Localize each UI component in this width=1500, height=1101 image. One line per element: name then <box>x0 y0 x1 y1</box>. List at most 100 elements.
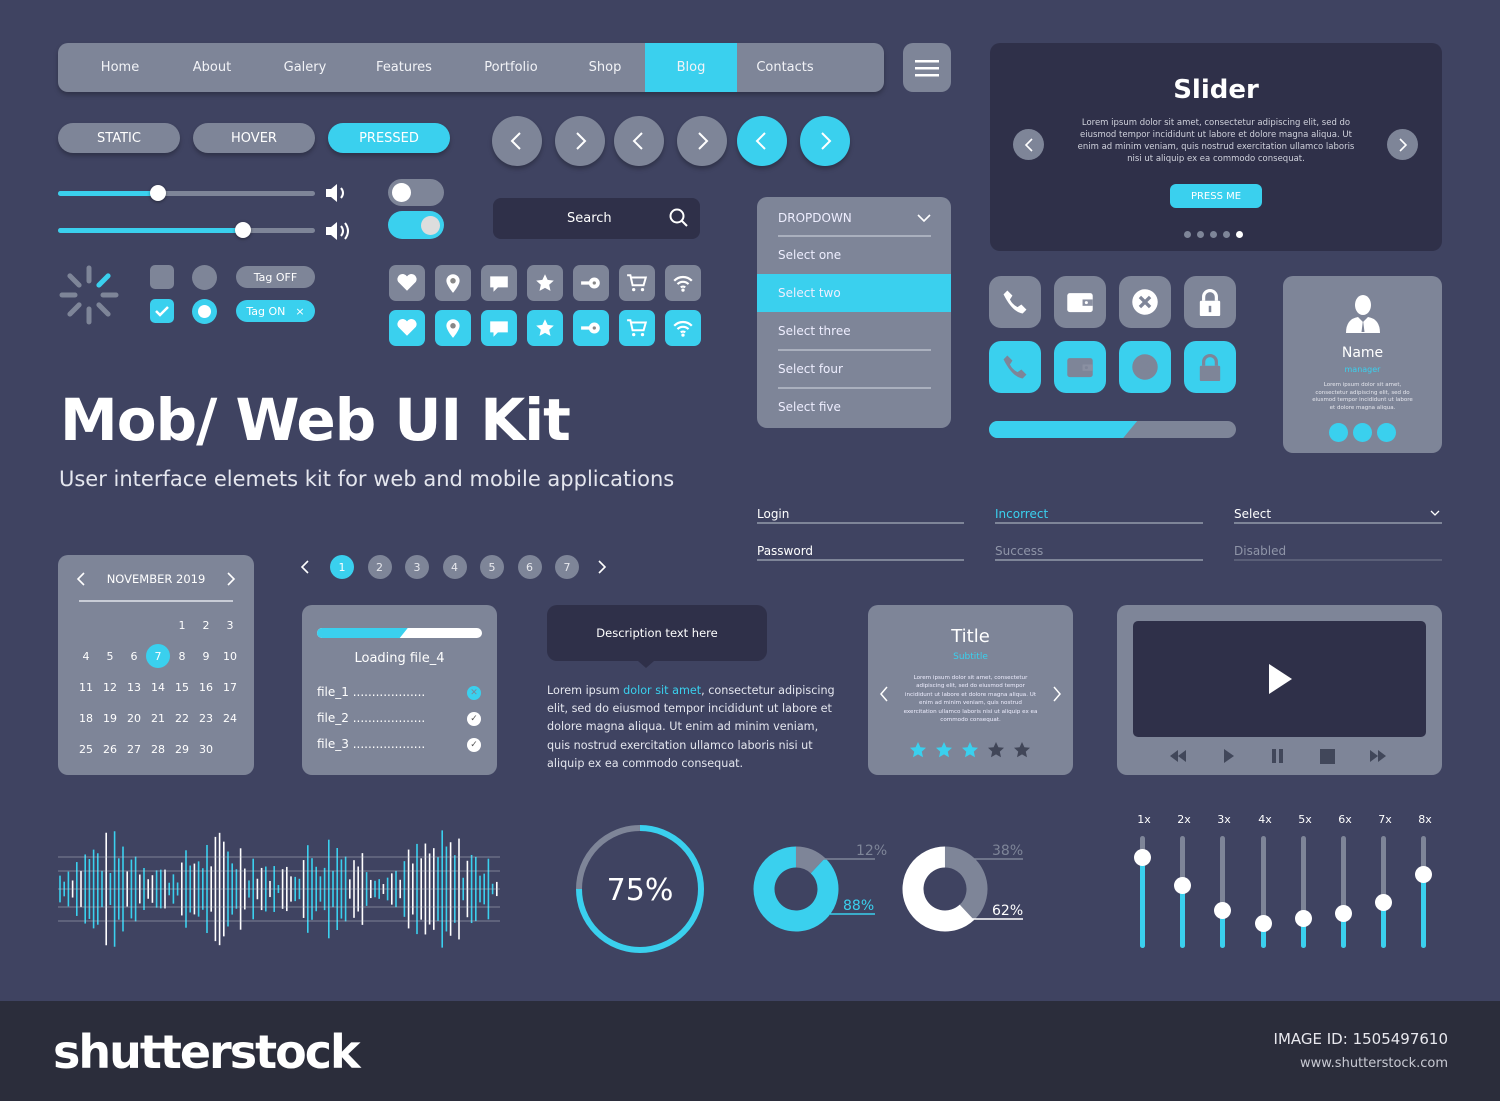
radio-checked[interactable] <box>192 299 217 324</box>
calendar-day[interactable]: 15 <box>170 675 194 699</box>
dropdown-option[interactable]: Select three <box>757 312 951 350</box>
calendar-day[interactable]: 12 <box>98 675 122 699</box>
calendar-day[interactable]: 1 <box>170 613 194 637</box>
slider-dot[interactable] <box>1210 231 1217 238</box>
social-button[interactable] <box>1329 423 1348 442</box>
star-button[interactable] <box>527 265 563 301</box>
menu-button[interactable] <box>903 43 951 92</box>
calendar-day[interactable]: 20 <box>122 706 146 730</box>
arrow-button[interactable] <box>800 116 850 166</box>
key-button[interactable] <box>573 265 609 301</box>
eq-knob[interactable] <box>1295 909 1312 927</box>
fast-forward-icon[interactable] <box>1369 748 1387 764</box>
eq-slider[interactable] <box>1174 836 1191 948</box>
press-me-button[interactable]: PRESS ME <box>1170 184 1262 208</box>
static-button[interactable]: STATIC <box>58 123 180 153</box>
lock-button[interactable] <box>1184 341 1236 393</box>
calendar-day[interactable]: 24 <box>218 706 242 730</box>
calendar-day[interactable]: 6 <box>122 644 146 668</box>
heart-button[interactable] <box>389 310 425 346</box>
search-input[interactable]: Search <box>493 198 700 239</box>
arrow-button[interactable] <box>677 116 727 166</box>
calendar-day[interactable]: 16 <box>194 675 218 699</box>
cart-button[interactable] <box>619 310 655 346</box>
page-button[interactable]: 1 <box>330 555 354 579</box>
calendar-day[interactable]: 19 <box>98 706 122 730</box>
map-pin-button[interactable] <box>435 310 471 346</box>
eq-slider[interactable] <box>1335 836 1352 948</box>
social-button[interactable] <box>1353 423 1372 442</box>
calendar-day[interactable]: 2 <box>194 613 218 637</box>
slider-dot[interactable] <box>1236 231 1243 238</box>
close-circle-button[interactable] <box>1119 341 1171 393</box>
slider-dot[interactable] <box>1184 231 1191 238</box>
eq-slider[interactable] <box>1255 836 1272 948</box>
eq-knob[interactable] <box>1375 894 1392 912</box>
calendar-day-selected[interactable]: 7 <box>146 644 170 668</box>
toggle-on[interactable] <box>388 211 444 239</box>
arrow-button[interactable] <box>492 116 542 166</box>
login-field[interactable]: Login <box>757 507 789 521</box>
stop-icon[interactable] <box>1319 748 1337 764</box>
calendar-day[interactable]: 3 <box>218 613 242 637</box>
page-button[interactable]: 2 <box>367 555 392 579</box>
star-filled-icon[interactable] <box>908 740 928 760</box>
wifi-button[interactable] <box>665 310 701 346</box>
lock-button[interactable] <box>1184 276 1236 328</box>
calendar-day[interactable]: 10 <box>218 644 242 668</box>
star-button[interactable] <box>527 310 563 346</box>
eq-slider[interactable] <box>1375 836 1392 948</box>
calendar-day[interactable]: 29 <box>170 737 194 761</box>
tag-off[interactable]: Tag OFF <box>236 266 315 288</box>
nav-contacts[interactable]: Contacts <box>743 43 827 92</box>
key-button[interactable] <box>573 310 609 346</box>
calendar-day[interactable]: 8 <box>170 644 194 668</box>
chat-button[interactable] <box>481 310 517 346</box>
eq-slider[interactable] <box>1214 836 1231 948</box>
play-icon[interactable] <box>1220 748 1238 764</box>
page-button[interactable]: 4 <box>442 555 467 579</box>
calendar-day[interactable]: 5 <box>98 644 122 668</box>
volume-slider-2[interactable] <box>58 222 315 238</box>
calendar-day[interactable]: 30 <box>194 737 218 761</box>
success-field[interactable]: Success <box>995 544 1043 558</box>
slider-dot[interactable] <box>1223 231 1230 238</box>
wallet-button[interactable] <box>1054 276 1106 328</box>
dropdown-option[interactable]: Select four <box>757 350 951 388</box>
dropdown-option[interactable]: Select five <box>757 388 951 426</box>
calendar-day[interactable]: 13 <box>122 675 146 699</box>
calendar-day[interactable]: 17 <box>218 675 242 699</box>
calendar-day[interactable]: 27 <box>122 737 146 761</box>
toggle-off[interactable] <box>388 179 444 206</box>
dropdown-option-selected[interactable]: Select two <box>757 274 951 312</box>
pressed-button[interactable]: PRESSED <box>328 123 450 153</box>
rewind-icon[interactable] <box>1169 748 1187 764</box>
eq-slider[interactable] <box>1415 836 1432 948</box>
nav-blog[interactable]: Blog <box>645 43 737 92</box>
paragraph-link[interactable]: dolor sit amet <box>623 684 701 697</box>
close-circle-button[interactable] <box>1119 276 1171 328</box>
slider-dot[interactable] <box>1197 231 1204 238</box>
star-filled-icon[interactable] <box>934 740 954 760</box>
page-button[interactable]: 3 <box>405 555 429 579</box>
calendar-day[interactable]: 11 <box>74 675 98 699</box>
wallet-button[interactable] <box>1054 341 1106 393</box>
star-empty-icon[interactable] <box>1012 740 1032 760</box>
calendar-day[interactable]: 26 <box>98 737 122 761</box>
phone-button[interactable] <box>989 341 1041 393</box>
pagination-prev-icon[interactable] <box>300 560 310 574</box>
eq-slider[interactable] <box>1295 836 1312 948</box>
star-filled-icon[interactable] <box>960 740 980 760</box>
slider-prev-button[interactable] <box>1013 129 1044 160</box>
volume-slider-1[interactable] <box>58 185 315 201</box>
dropdown[interactable]: DROPDOWN Select one Select two Select th… <box>757 197 951 428</box>
eq-slider[interactable] <box>1134 836 1151 948</box>
eq-knob[interactable] <box>1255 915 1272 933</box>
calendar-day[interactable]: 9 <box>194 644 218 668</box>
dropdown-option[interactable]: Select one <box>757 236 951 274</box>
video-screen[interactable] <box>1133 621 1426 737</box>
search-icon[interactable] <box>669 208 689 228</box>
checkbox-checked[interactable] <box>150 299 174 323</box>
calendar-day[interactable]: 28 <box>146 737 170 761</box>
dropdown-header[interactable]: DROPDOWN <box>757 199 951 237</box>
